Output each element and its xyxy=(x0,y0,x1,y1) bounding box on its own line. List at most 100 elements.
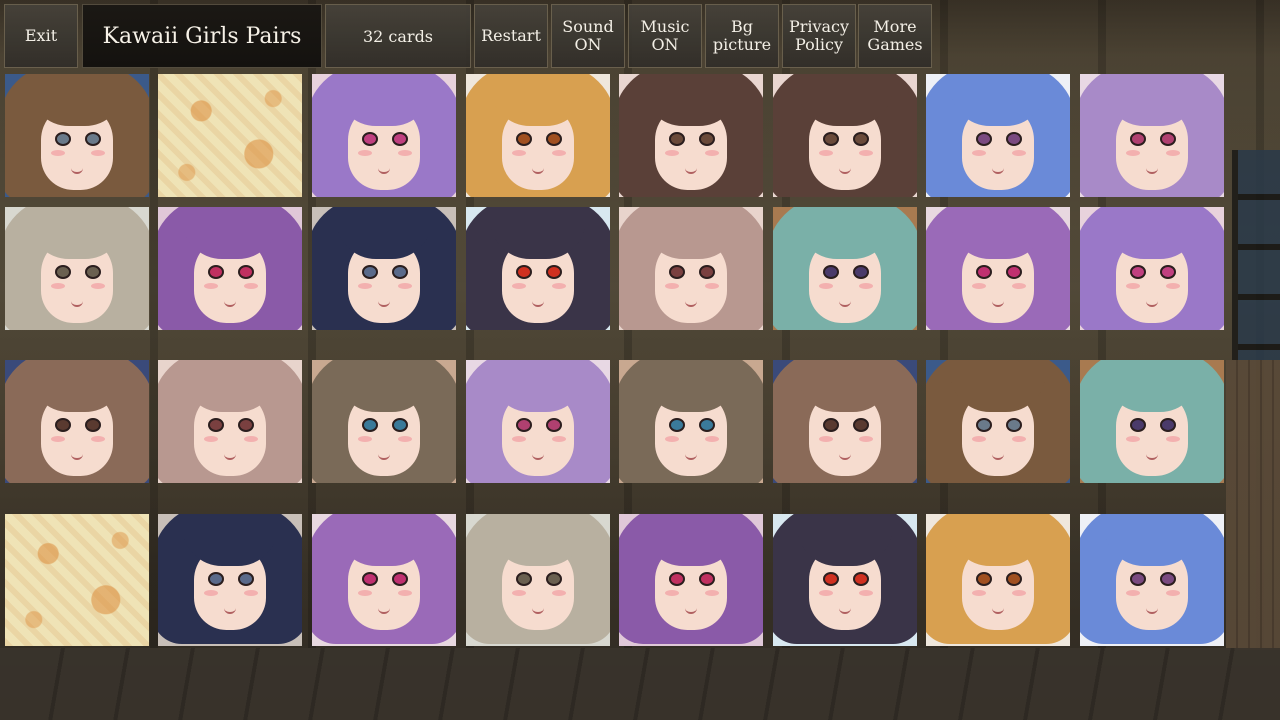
card-portrait-part xyxy=(705,150,719,156)
card-ash-brown-hair-girl[interactable] xyxy=(619,360,763,483)
card-portrait-part xyxy=(669,418,685,432)
card-portrait-part xyxy=(238,572,254,586)
card-portrait-part xyxy=(1166,590,1180,596)
card-teal-hair-girl[interactable] xyxy=(773,207,917,330)
card-portrait-part xyxy=(51,436,65,442)
card-navy-hair-girl[interactable] xyxy=(312,207,456,330)
exit-button[interactable]: Exit xyxy=(4,4,78,68)
card-brown-hair-girl[interactable] xyxy=(926,360,1070,483)
card-portrait-part xyxy=(1166,150,1180,156)
card-portrait-part xyxy=(1130,132,1146,146)
card-navy-hair-girl[interactable] xyxy=(158,514,302,646)
card-portrait-part xyxy=(1160,265,1176,279)
card-brown-hair-girl[interactable] xyxy=(5,74,149,197)
card-portrait-part xyxy=(699,132,715,146)
music-toggle-button[interactable]: Music ON xyxy=(628,4,702,68)
card-portrait-part xyxy=(51,283,65,289)
card-portrait-part xyxy=(859,150,873,156)
card-portrait-part xyxy=(699,265,715,279)
card-portrait-part xyxy=(1012,150,1026,156)
card-lavender-hair-girl[interactable] xyxy=(466,360,610,483)
card-portrait-part xyxy=(55,132,71,146)
card-portrait-part xyxy=(512,436,526,442)
card-gray-cap-girl[interactable] xyxy=(5,207,149,330)
card-purple-bow-girl[interactable] xyxy=(926,207,1070,330)
card-portrait-part xyxy=(1160,132,1176,146)
card-black-hair-red-eyes-girl[interactable] xyxy=(466,207,610,330)
card-purple-hair-girl[interactable] xyxy=(1080,207,1224,330)
card-blonde-girl[interactable] xyxy=(926,514,1070,646)
card-portrait-part xyxy=(823,418,839,432)
card-portrait-part xyxy=(392,265,408,279)
card-pink-beige-hair-girl[interactable] xyxy=(158,360,302,483)
card-portrait-part xyxy=(238,418,254,432)
card-bob-brown-hair-girl[interactable] xyxy=(773,360,917,483)
privacy-policy-button[interactable]: Privacy Policy xyxy=(782,4,856,68)
card-portrait-part xyxy=(853,132,869,146)
card-portrait-part xyxy=(1012,436,1026,442)
card-portrait-part xyxy=(1130,572,1146,586)
card-portrait-part xyxy=(358,150,372,156)
card-brown-long-hair-girl[interactable] xyxy=(773,74,917,197)
card-portrait-part xyxy=(1166,283,1180,289)
card-portrait-part xyxy=(819,150,833,156)
card-blue-hair-girl[interactable] xyxy=(926,74,1070,197)
card-portrait-part xyxy=(1126,590,1140,596)
card-portrait-part xyxy=(665,436,679,442)
card-brown-long-hair-girl[interactable] xyxy=(619,74,763,197)
card-portrait-part xyxy=(392,418,408,432)
card-portrait-part xyxy=(669,132,685,146)
card-ash-brown-hair-girl[interactable] xyxy=(312,360,456,483)
card-pink-beige-hair-girl[interactable] xyxy=(619,207,763,330)
card-portrait-part xyxy=(859,436,873,442)
card-portrait-part xyxy=(1006,265,1022,279)
card-portrait-part xyxy=(1012,283,1026,289)
card-portrait-part xyxy=(244,283,258,289)
card-portrait-part xyxy=(1012,590,1026,596)
card-portrait-part xyxy=(853,265,869,279)
card-bob-brown-hair-girl[interactable] xyxy=(5,360,149,483)
card-portrait-part xyxy=(85,132,101,146)
card-count: 32 cards xyxy=(325,4,471,68)
card-portrait-part xyxy=(972,283,986,289)
card-purple-twintail-girl[interactable] xyxy=(619,514,763,646)
card-portrait-part xyxy=(1126,150,1140,156)
card-portrait-part xyxy=(208,418,224,432)
card-purple-twintail-girl[interactable] xyxy=(158,207,302,330)
card-blonde-girl[interactable] xyxy=(466,74,610,197)
card-teal-hair-girl[interactable] xyxy=(1080,360,1224,483)
card-black-hair-red-eyes-girl[interactable] xyxy=(773,514,917,646)
restart-button[interactable]: Restart xyxy=(474,4,548,68)
card-portrait-part xyxy=(204,590,218,596)
card-portrait-part xyxy=(55,418,71,432)
card-blue-hair-girl[interactable] xyxy=(1080,514,1224,646)
card-portrait-part xyxy=(204,283,218,289)
card-portrait-part xyxy=(398,590,412,596)
card-portrait-part xyxy=(512,283,526,289)
card-portrait-part xyxy=(208,572,224,586)
card-portrait-part xyxy=(546,132,562,146)
card-facedown[interactable] xyxy=(5,514,149,646)
card-portrait-part xyxy=(972,436,986,442)
card-purple-bow-girl[interactable] xyxy=(312,514,456,646)
card-portrait-part xyxy=(705,590,719,596)
card-portrait-part xyxy=(398,283,412,289)
bg-picture-button[interactable]: Bg picture xyxy=(705,4,779,68)
card-portrait-part xyxy=(976,418,992,432)
toolbar: Exit Kawaii Girls Pairs 32 cards Restart… xyxy=(0,0,1280,72)
card-portrait-part xyxy=(546,572,562,586)
card-portrait-part xyxy=(204,436,218,442)
card-portrait-part xyxy=(51,150,65,156)
sound-toggle-button[interactable]: Sound ON xyxy=(551,4,625,68)
card-gray-cap-girl[interactable] xyxy=(466,514,610,646)
card-lavender-hair-girl[interactable] xyxy=(1080,74,1224,197)
card-facedown[interactable] xyxy=(158,74,302,197)
card-portrait-part xyxy=(91,283,105,289)
background-siding xyxy=(1226,360,1280,650)
card-portrait-part xyxy=(823,265,839,279)
more-games-button[interactable]: More Games xyxy=(858,4,932,68)
card-purple-hair-girl[interactable] xyxy=(312,74,456,197)
card-portrait-part xyxy=(976,265,992,279)
card-portrait-part xyxy=(238,265,254,279)
card-portrait-part xyxy=(358,590,372,596)
